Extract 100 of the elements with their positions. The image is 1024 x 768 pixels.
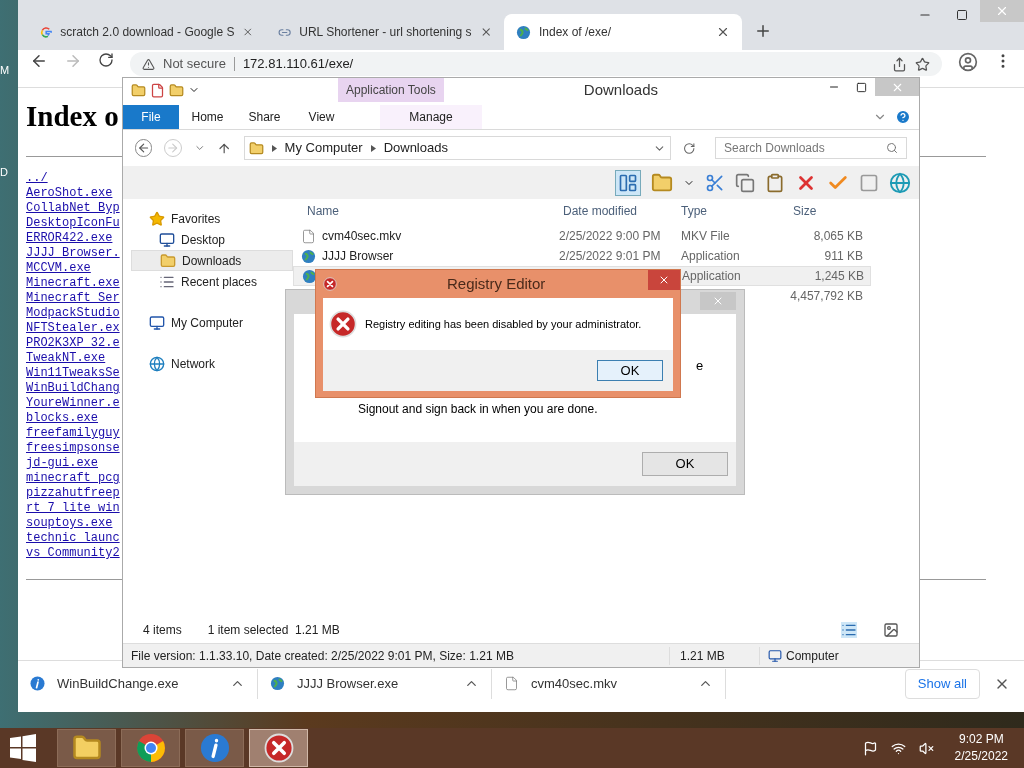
taskbar-button[interactable] bbox=[57, 729, 116, 767]
file-link[interactable]: ../ bbox=[26, 171, 48, 186]
browser-tab[interactable]: URL Shortener - url shortening s bbox=[266, 14, 504, 50]
taskbar-button[interactable] bbox=[249, 729, 308, 767]
file-link[interactable]: minecraft_pcg bbox=[26, 471, 120, 486]
preview-pane-icon[interactable] bbox=[615, 169, 641, 196]
show-all-button[interactable]: Show all bbox=[904, 668, 980, 699]
column-header[interactable]: Type bbox=[673, 202, 785, 220]
desktop-label: D bbox=[0, 165, 8, 180]
new-tab-icon[interactable] bbox=[754, 22, 772, 40]
back-icon[interactable] bbox=[30, 52, 48, 70]
folder-options-icon[interactable] bbox=[651, 171, 673, 194]
file-link[interactable]: jd-gui.exe bbox=[26, 456, 98, 471]
volume-muted-icon[interactable] bbox=[918, 740, 934, 756]
file-link[interactable]: WinBuildChang bbox=[26, 381, 120, 396]
cut-icon[interactable] bbox=[705, 172, 725, 193]
folder-icon[interactable] bbox=[131, 82, 146, 98]
globe-icon[interactable] bbox=[889, 171, 911, 194]
file-link[interactable]: JJJJ_Browser. bbox=[26, 246, 120, 261]
chevron-icon[interactable] bbox=[370, 144, 376, 152]
computer-icon bbox=[149, 314, 165, 331]
file-link[interactable]: NFTStealer.ex bbox=[26, 321, 120, 336]
info-icon bbox=[199, 733, 230, 763]
desktop-label: M bbox=[0, 63, 10, 78]
chevron-icon[interactable] bbox=[271, 144, 277, 152]
breadcrumb[interactable]: Downloads bbox=[383, 138, 448, 158]
taskbar-button[interactable] bbox=[185, 729, 244, 767]
file-link[interactable]: YoureWinner.e bbox=[26, 396, 120, 411]
share-icon[interactable] bbox=[892, 56, 907, 72]
globe-icon bbox=[270, 676, 285, 691]
taskbar-button[interactable] bbox=[121, 729, 180, 767]
ok-button[interactable]: OK bbox=[597, 360, 663, 381]
file-link[interactable]: pizzahutfreep bbox=[26, 486, 120, 501]
file-link[interactable]: ModpackStudio bbox=[26, 306, 120, 321]
copy-icon[interactable] bbox=[735, 172, 755, 193]
file-link[interactable]: souptoys.exe bbox=[26, 516, 113, 531]
ribbon-tab[interactable]: Home bbox=[179, 105, 236, 129]
maximize-icon[interactable] bbox=[856, 81, 867, 93]
file-link[interactable]: ERROR422.exe bbox=[26, 231, 113, 246]
paste-icon[interactable] bbox=[765, 172, 785, 193]
file-size: 8,065 KB bbox=[813, 229, 863, 243]
details-view-icon[interactable] bbox=[841, 622, 857, 638]
file-link[interactable]: Minecraft_Ser bbox=[26, 291, 120, 306]
start-icon[interactable] bbox=[8, 734, 38, 762]
nav-item[interactable]: Desktop bbox=[131, 229, 293, 250]
properties-icon[interactable] bbox=[150, 82, 165, 98]
file-date: 2/25/2022 9:01 PM bbox=[559, 249, 661, 263]
chrome-icon bbox=[135, 733, 166, 763]
column-header[interactable]: Date modified bbox=[555, 202, 673, 220]
file-row[interactable]: cvm40sec.mkv 2/25/2022 9:00 PM MKV File 8,065 KB bbox=[293, 226, 871, 246]
bookmark-star-icon[interactable] bbox=[915, 56, 930, 72]
close-tab-icon[interactable] bbox=[716, 25, 730, 39]
maximize-icon[interactable] bbox=[956, 9, 968, 21]
file-link[interactable]: vs_Community2 bbox=[26, 546, 120, 561]
breadcrumb[interactable]: My Computer bbox=[284, 138, 363, 158]
close-tab-icon[interactable] bbox=[242, 25, 254, 39]
file-link[interactable]: blocks.exe bbox=[26, 411, 98, 426]
file-link[interactable]: Minecraft.exe bbox=[26, 276, 120, 291]
browser-tab[interactable]: scratch 2.0 download - Google S bbox=[28, 14, 266, 50]
ribbon-tab[interactable]: Share bbox=[236, 105, 293, 129]
file-link[interactable]: freesimpsonse bbox=[26, 441, 120, 456]
file-link[interactable]: DesktopIconFu bbox=[26, 216, 120, 231]
search-field[interactable]: Search Downloads bbox=[714, 137, 907, 159]
clock[interactable]: 9:02 PM 2/25/2022 bbox=[954, 731, 1008, 765]
file-link[interactable]: MCCVM.exe bbox=[26, 261, 91, 276]
file-link[interactable]: CollabNet_Byp bbox=[26, 201, 120, 216]
action-center-icon[interactable] bbox=[862, 740, 878, 756]
reload-icon[interactable] bbox=[98, 52, 114, 68]
nav-item[interactable]: Downloads bbox=[131, 250, 293, 271]
globe-icon bbox=[301, 248, 316, 264]
file-link[interactable]: TweakNT.exe bbox=[26, 351, 106, 366]
nav-item[interactable]: Recent places bbox=[131, 271, 293, 292]
new-folder-icon[interactable] bbox=[169, 82, 184, 98]
rename-icon[interactable] bbox=[859, 172, 879, 193]
ribbon-tab[interactable]: File bbox=[123, 105, 179, 129]
file-link[interactable]: AeroShot.exe bbox=[26, 186, 113, 201]
browser-tab[interactable]: Index of /exe/ bbox=[504, 14, 742, 50]
file-link[interactable]: rt_7_lite_win bbox=[26, 501, 120, 516]
address-bar[interactable]: Not secure 172.81.110.61/exe/ bbox=[130, 52, 942, 76]
error-message: Registry editing has been disabled by your administrator. bbox=[365, 316, 642, 332]
ribbon-tab[interactable]: Manage bbox=[380, 105, 482, 129]
ok-button[interactable]: OK bbox=[642, 452, 728, 476]
url-text: 172.81.110.61/exe/ bbox=[242, 55, 354, 74]
network-icon[interactable] bbox=[890, 740, 906, 756]
nav-item[interactable]: Favorites bbox=[131, 208, 293, 229]
file-link[interactable]: technic_launc bbox=[26, 531, 120, 546]
large-icons-view-icon[interactable] bbox=[883, 622, 899, 638]
column-header[interactable]: Size bbox=[785, 202, 865, 220]
address-field[interactable]: My Computer Downloads bbox=[243, 136, 671, 160]
file-link[interactable]: Win11TweaksSe bbox=[26, 366, 120, 381]
column-header[interactable]: Name bbox=[293, 202, 555, 220]
file-row[interactable]: JJJJ Browser 2/25/2022 9:01 PM Application 911 KB bbox=[293, 246, 871, 266]
file-link[interactable]: freefamilyguy bbox=[26, 426, 120, 441]
file-link[interactable]: PRO2K3XP_32.e bbox=[26, 336, 120, 351]
profile-icon[interactable] bbox=[958, 52, 978, 72]
details-size: 1.21 MB bbox=[669, 646, 759, 665]
ribbon-tab[interactable]: View bbox=[293, 105, 350, 129]
file-icon bbox=[504, 676, 519, 691]
refresh-icon[interactable] bbox=[682, 141, 695, 155]
help-icon[interactable] bbox=[895, 109, 911, 125]
